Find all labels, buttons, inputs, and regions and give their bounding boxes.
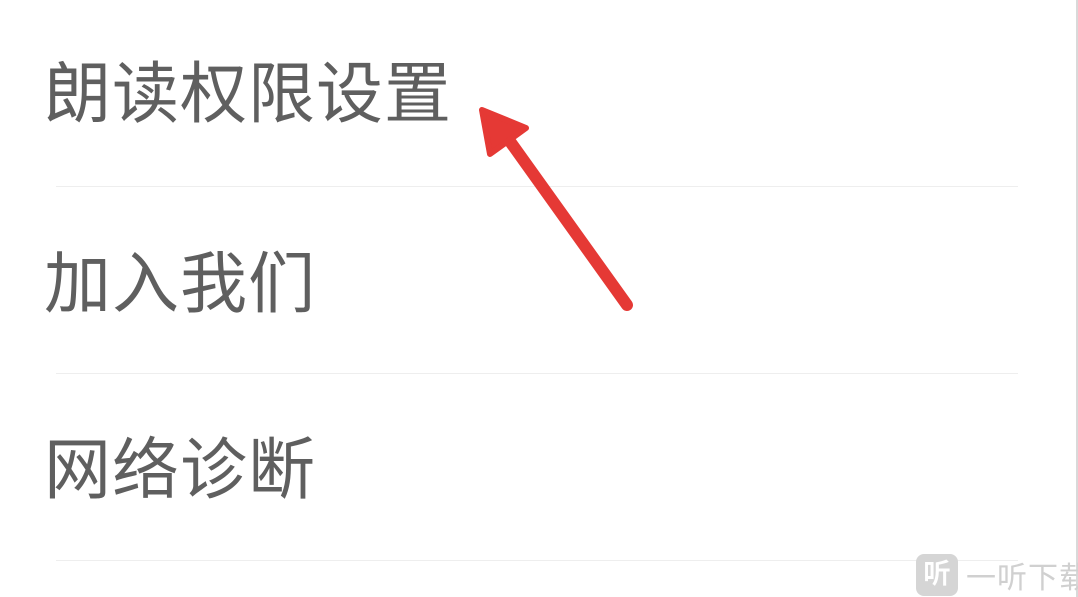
menu-item-network-diagnosis[interactable]: 网络诊断: [0, 374, 1070, 560]
menu-item-join-us[interactable]: 加入我们: [0, 187, 1070, 373]
menu-item-label: 朗读权限设置: [44, 55, 452, 133]
watermark-logo-icon: 听: [916, 554, 958, 596]
settings-screen: 朗读权限设置 加入我们 网络诊断 听 一听下载: [0, 0, 1078, 597]
menu-item-label: 网络诊断: [44, 431, 316, 509]
watermark-text: 一听下载: [966, 561, 1078, 596]
watermark: 听 一听下载: [916, 553, 1078, 597]
menu-item-read-aloud-permission[interactable]: 朗读权限设置: [0, 0, 1070, 186]
menu-item-label: 加入我们: [44, 245, 316, 323]
divider: [56, 560, 1018, 561]
